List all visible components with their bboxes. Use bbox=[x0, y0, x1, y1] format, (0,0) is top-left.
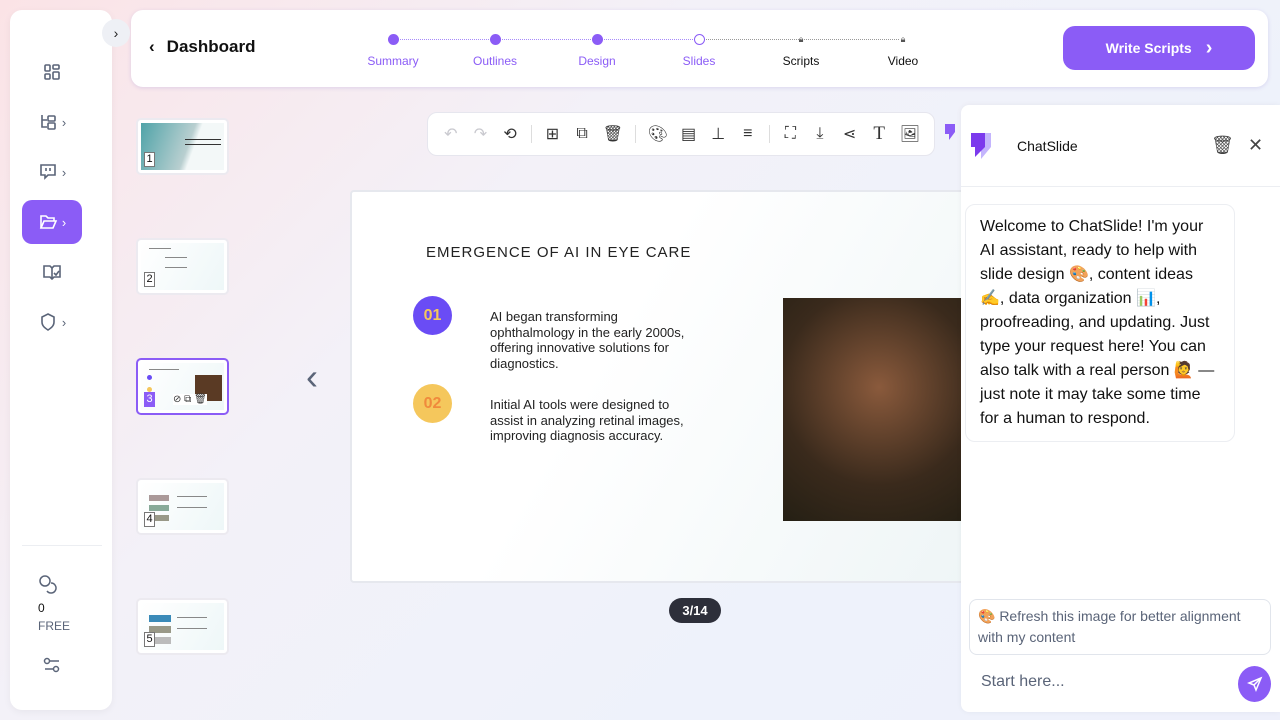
back-to-dashboard[interactable]: ‹ Dashboard bbox=[149, 37, 255, 57]
book-check-icon bbox=[43, 265, 61, 281]
credits[interactable]: 0 FREE bbox=[38, 574, 70, 633]
chevron-left-icon: ‹ bbox=[149, 37, 155, 56]
credits-value: 0 bbox=[38, 601, 45, 615]
sidebar-item-library[interactable] bbox=[22, 250, 82, 294]
slide-thumbnail-selected[interactable]: 3 ⊘ ⧉ 🗑︎ bbox=[136, 358, 229, 415]
step-slides[interactable]: Slides bbox=[659, 32, 739, 68]
hide-slide-icon[interactable]: ⊘ ⧉ 🗑︎ bbox=[173, 394, 207, 405]
duplicate-icon[interactable]: ⧉ bbox=[573, 124, 591, 144]
slide-image[interactable] bbox=[783, 298, 988, 521]
chevron-right-icon: › bbox=[61, 214, 67, 230]
step-summary[interactable]: Summary bbox=[353, 32, 433, 68]
slide-thumbnail[interactable]: 5 bbox=[136, 598, 229, 655]
lock-icon: 🔒︎ bbox=[798, 34, 804, 44]
assistant-message: Welcome to ChatSlide! I'm your AI assist… bbox=[965, 204, 1235, 442]
layout-icon[interactable]: ▤ bbox=[680, 124, 698, 144]
divider bbox=[22, 545, 102, 546]
chat-box-icon bbox=[40, 164, 56, 180]
slide-canvas[interactable]: EMERGENCE OF AI IN EYE CARE 01 AI began … bbox=[350, 190, 990, 583]
undo-icon[interactable]: ↶ bbox=[442, 124, 460, 144]
share-icon[interactable]: ⋖ bbox=[841, 124, 859, 144]
chevron-right-icon: › bbox=[1205, 36, 1213, 59]
image-icon[interactable]: 🖼︎ bbox=[900, 124, 920, 144]
step-scripts[interactable]: 🔒︎ Scripts bbox=[761, 32, 841, 68]
page-indicator: 3/14 bbox=[669, 598, 721, 623]
history-icon[interactable]: ⟲ bbox=[501, 124, 519, 144]
lock-icon: 🔒︎ bbox=[900, 34, 906, 44]
chat-title: ChatSlide bbox=[1017, 138, 1078, 154]
close-icon[interactable]: ✕ bbox=[1248, 135, 1263, 156]
chat-panel: ChatSlide 🗑︎ ✕ Welcome to ChatSlide! I'm… bbox=[961, 105, 1280, 712]
sidebar-toggle-button[interactable]: › bbox=[102, 19, 130, 47]
coins-icon bbox=[39, 575, 57, 594]
sidebar: › › › › 0 FREE bbox=[10, 10, 112, 710]
bullet-text[interactable]: AI began transforming ophthalmology in t… bbox=[490, 309, 705, 371]
slide-thumbnail[interactable]: 1 bbox=[136, 118, 229, 175]
bullet-text[interactable]: Initial AI tools were designed to assist… bbox=[490, 397, 705, 444]
chatslide-logo-icon bbox=[971, 133, 991, 159]
step-outlines[interactable]: Outlines bbox=[455, 32, 535, 68]
step-video[interactable]: 🔒︎ Video bbox=[863, 32, 943, 68]
sidebar-item-files[interactable]: › bbox=[22, 200, 82, 244]
header: ‹ Dashboard Summary Outlines Design Slide… bbox=[131, 10, 1268, 87]
bullet-number: 01 bbox=[413, 296, 452, 335]
sidebar-item-projects[interactable]: › bbox=[22, 100, 82, 144]
align-icon[interactable]: ≡ bbox=[739, 124, 757, 144]
shield-icon bbox=[41, 313, 55, 331]
sidebar-item-feedback[interactable]: › bbox=[22, 150, 82, 194]
settings-sliders-icon[interactable] bbox=[43, 656, 61, 674]
stamp-icon[interactable]: ⊥ bbox=[709, 124, 727, 144]
palette-icon[interactable]: 🎨︎ bbox=[648, 124, 668, 144]
slide-thumbnail[interactable]: 2 bbox=[136, 238, 229, 295]
previous-slide-button[interactable]: ‹ bbox=[306, 356, 318, 398]
grid-icon bbox=[44, 64, 60, 80]
write-scripts-button[interactable]: Write Scripts › bbox=[1063, 26, 1255, 70]
step-design[interactable]: Design bbox=[557, 32, 637, 68]
sidebar-item-dashboard[interactable] bbox=[22, 50, 82, 94]
progress-stepper: Summary Outlines Design Slides 🔒︎ Scripts… bbox=[361, 32, 921, 72]
presentation-icon[interactable]: ⛶ bbox=[782, 124, 800, 144]
sidebar-item-security[interactable]: › bbox=[22, 300, 82, 344]
folder-open-icon bbox=[39, 215, 58, 229]
folder-tree-icon bbox=[41, 115, 56, 130]
chevron-right-icon: › bbox=[61, 164, 67, 180]
editor-toolbar: ↶ ↷ ⟲ ⊞ ⧉ 🗑︎ 🎨︎ ▤ ⊥ ≡ ⛶ ⤓ ⋖ T 🖼︎ bbox=[427, 112, 935, 156]
back-label: Dashboard bbox=[166, 37, 256, 56]
suggestion-chip[interactable]: 🎨 Refresh this image for better alignmen… bbox=[969, 599, 1271, 655]
trash-icon[interactable]: 🗑︎ bbox=[1211, 135, 1234, 156]
chat-input[interactable] bbox=[981, 673, 1221, 691]
chevron-right-icon: › bbox=[61, 314, 67, 330]
text-icon[interactable]: T bbox=[870, 123, 888, 144]
send-button[interactable] bbox=[1238, 666, 1271, 702]
trash-icon[interactable]: 🗑︎ bbox=[603, 124, 623, 144]
download-icon[interactable]: ⤓ bbox=[811, 124, 829, 144]
send-icon bbox=[1246, 676, 1262, 692]
slide-title[interactable]: EMERGENCE OF AI IN EYE CARE bbox=[426, 244, 691, 261]
chevron-right-icon: › bbox=[61, 114, 67, 130]
plan-label: FREE bbox=[38, 619, 71, 633]
chatslide-logo-icon[interactable] bbox=[943, 122, 961, 142]
slide-thumbnail[interactable]: 4 bbox=[136, 478, 229, 535]
redo-icon[interactable]: ↷ bbox=[472, 124, 490, 144]
bullet-number: 02 bbox=[413, 384, 452, 423]
add-page-icon[interactable]: ⊞ bbox=[544, 124, 562, 144]
